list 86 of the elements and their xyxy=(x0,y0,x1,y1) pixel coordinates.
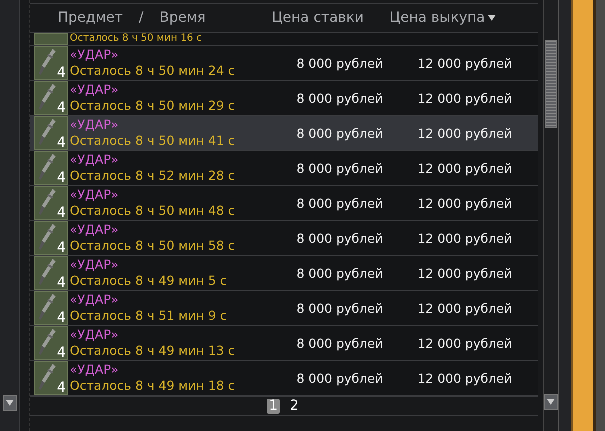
buyout-price: 12 000 рублей xyxy=(416,160,514,176)
item-count: 4 xyxy=(57,311,66,325)
item-count: 4 xyxy=(57,206,66,220)
column-header[interactable]: / xyxy=(139,10,144,26)
time-remaining: Осталось 8 ч 50 мин 16 с xyxy=(70,33,204,45)
item-count: 4 xyxy=(57,346,66,360)
sort-arrow-icon xyxy=(488,15,496,21)
time-remaining: Осталось 8 ч 49 мин 5 с xyxy=(70,273,228,289)
bid-price: 8 000 рублей xyxy=(296,336,384,350)
item-name: «УДАР» xyxy=(70,117,120,133)
time-remaining: Осталось 8 ч 51 мин 9 с xyxy=(70,308,228,324)
item-count: 4 xyxy=(57,101,66,115)
item-name: «УДАР» xyxy=(70,82,120,98)
auction-row[interactable]: 4 «УДАР» Осталось 8 ч 49 мин 13 с 8 000 рублей 12 000 рублей xyxy=(30,326,538,361)
buyout-price: 12 000 рублей xyxy=(416,90,514,106)
bid-price: 8 000 рублей xyxy=(296,266,384,280)
dagger-icon xyxy=(39,224,56,250)
dagger-icon xyxy=(39,364,56,390)
bid-price: 8 000 рублей xyxy=(296,196,384,210)
dagger-icon xyxy=(39,49,56,75)
time-remaining: Осталось 8 ч 50 мин 29 с xyxy=(70,98,236,114)
time-remaining: Осталось 8 ч 50 мин 48 с xyxy=(70,203,236,219)
caret-icon xyxy=(6,400,14,406)
buyout-price: 12 000 рублей xyxy=(416,126,514,140)
buyout-price: 12 000 рублей xyxy=(416,56,514,70)
buyout-price: 12 000 рублей xyxy=(416,336,514,350)
bid-price: 8 000 рублей xyxy=(296,230,384,246)
bid-price: 8 000 рублей xyxy=(296,300,384,316)
time-remaining: Осталось 8 ч 52 мин 28 с xyxy=(70,168,236,184)
scroll-thumb[interactable] xyxy=(545,40,557,128)
page-button[interactable]: 2 xyxy=(288,398,301,414)
auction-row[interactable]: 4 «УДАР» Осталось 8 ч 51 мин 9 с 8 000 рублей 12 000 рублей xyxy=(30,291,538,326)
dagger-icon xyxy=(39,119,56,145)
scroll-down-button[interactable] xyxy=(2,395,16,411)
caret-icon xyxy=(547,399,555,405)
scrollbar[interactable] xyxy=(543,0,559,431)
item-name: «УДАР» xyxy=(70,292,120,308)
auction-row[interactable]: Осталось 8 ч 50 мин 16 с xyxy=(30,33,538,46)
dagger-icon xyxy=(39,84,56,110)
item-count: 4 xyxy=(57,241,66,255)
item-name: «УДАР» xyxy=(70,257,120,273)
scrollbar[interactable] xyxy=(0,0,20,431)
bid-price: 8 000 рублей xyxy=(296,56,384,70)
auction-row[interactable]: 4 «УДАР» Осталось 8 ч 50 мин 29 с 8 000 рублей 12 000 рублей xyxy=(30,81,538,116)
buyout-price: 12 000 рублей xyxy=(416,370,514,386)
item-count: 4 xyxy=(57,276,66,290)
item-name: «УДАР» xyxy=(70,362,120,378)
bid-price: 8 000 рублей xyxy=(296,370,384,386)
time-remaining: Осталось 8 ч 49 мин 18 с xyxy=(70,378,236,394)
column-header[interactable]: Время xyxy=(160,10,206,26)
item-name: «УДАР» xyxy=(70,47,120,63)
column-header[interactable]: Цена ставки xyxy=(272,10,364,26)
item-count: 4 xyxy=(57,171,66,185)
item-count: 4 xyxy=(57,381,66,395)
item-count: 4 xyxy=(57,136,66,150)
column-header[interactable]: Цена выкупа xyxy=(390,10,496,26)
bid-price: 8 000 рублей xyxy=(296,126,384,140)
time-remaining: Осталось 8 ч 49 мин 13 с xyxy=(70,343,236,359)
buyout-price: 12 000 рублей xyxy=(416,300,514,316)
dagger-icon xyxy=(39,189,56,215)
dagger-icon xyxy=(39,294,56,320)
bid-price: 8 000 рублей xyxy=(296,90,384,106)
scroll-down-button[interactable] xyxy=(544,394,558,410)
item-name: «УДАР» xyxy=(70,187,120,203)
auction-row[interactable]: 4 «УДАР» Осталось 8 ч 50 мин 58 с 8 000 рублей 12 000 рублей xyxy=(30,221,538,256)
auction-row[interactable]: 4 «УДАР» Осталось 8 ч 50 мин 24 с 8 000 рублей 12 000 рублей xyxy=(30,46,538,81)
auction-row[interactable]: 4 «УДАР» Осталось 8 ч 49 мин 18 с 8 000 рублей 12 000 рублей xyxy=(30,361,538,396)
dagger-icon xyxy=(39,259,56,285)
buyout-price: 12 000 рублей xyxy=(416,230,514,246)
column-header[interactable]: Предмет xyxy=(58,10,124,26)
item-count: 4 xyxy=(57,66,66,80)
dagger-icon xyxy=(39,329,56,355)
auction-row[interactable]: 4 «УДАР» Осталось 8 ч 49 мин 5 с 8 000 рублей 12 000 рублей xyxy=(30,256,538,291)
time-remaining: Осталось 8 ч 50 мин 58 с xyxy=(70,238,236,254)
buyout-price: 12 000 рублей xyxy=(416,266,514,280)
auction-row[interactable]: 4 «УДАР» Осталось 8 ч 50 мин 41 с 8 000 рублей 12 000 рублей xyxy=(30,116,538,151)
auction-row[interactable]: 4 «УДАР» Осталось 8 ч 52 мин 28 с 8 000 рублей 12 000 рублей xyxy=(30,151,538,186)
item-name: «УДАР» xyxy=(70,222,120,238)
time-remaining: Осталось 8 ч 50 мин 24 с xyxy=(70,63,236,79)
item-name: «УДАР» xyxy=(70,327,120,343)
bid-price: 8 000 рублей xyxy=(296,160,384,176)
auction-row[interactable]: 4 «УДАР» Осталось 8 ч 50 мин 48 с 8 000 рублей 12 000 рублей xyxy=(30,186,538,221)
buyout-price: 12 000 рублей xyxy=(416,196,514,210)
item-name: «УДАР» xyxy=(70,152,120,168)
time-remaining: Осталось 8 ч 50 мин 41 с xyxy=(70,133,236,149)
dagger-icon xyxy=(39,154,56,180)
